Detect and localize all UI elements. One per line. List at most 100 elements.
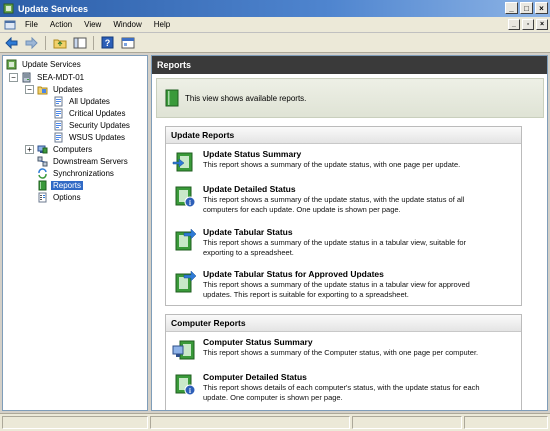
update-view-icon bbox=[54, 132, 63, 142]
tree-item-label: Security Updates bbox=[69, 120, 130, 130]
tree-item-options[interactable]: Options bbox=[37, 191, 83, 203]
menu-action[interactable]: Action bbox=[44, 20, 78, 29]
console-tree: Update Services − SEA-MDT-01 − Updates A… bbox=[2, 55, 148, 411]
svg-text:i: i bbox=[189, 199, 191, 207]
report-update-detailed-status[interactable]: i Update Detailed Status This report sho… bbox=[172, 184, 517, 215]
maximize-button[interactable]: □ bbox=[520, 2, 533, 14]
report-update-status-summary[interactable]: Update Status Summary This report shows … bbox=[172, 149, 517, 174]
report-export-icon bbox=[175, 228, 197, 251]
report-computer-info-icon: i bbox=[175, 374, 196, 396]
tree-item-label: Synchronizations bbox=[53, 168, 114, 178]
tree-item-wsus-updates[interactable]: WSUS Updates bbox=[53, 131, 127, 143]
mdi-restore-button[interactable]: ▫ bbox=[522, 19, 534, 30]
report-update-tabular-status[interactable]: Update Tabular Status This report shows … bbox=[172, 227, 517, 258]
report-title[interactable]: Update Detailed Status bbox=[203, 184, 464, 195]
properties-button[interactable] bbox=[119, 35, 136, 51]
report-export-icon bbox=[175, 270, 197, 293]
folder-up-icon bbox=[53, 39, 66, 48]
close-button[interactable]: × bbox=[535, 2, 548, 14]
tree-item-computers[interactable]: Computers bbox=[37, 143, 94, 155]
update-view-icon bbox=[54, 108, 63, 118]
tree-item-reports[interactable]: Reports bbox=[37, 179, 84, 191]
status-cell bbox=[352, 416, 462, 429]
expand-toggle[interactable]: + bbox=[25, 145, 34, 154]
menu-window[interactable]: Window bbox=[107, 20, 147, 29]
forward-button[interactable] bbox=[23, 35, 40, 51]
options-icon bbox=[38, 192, 47, 202]
report-title[interactable]: Computer Detailed Status bbox=[203, 372, 480, 383]
tree-item-label: All Updates bbox=[69, 96, 110, 106]
report-title[interactable]: Update Tabular Status for Approved Updat… bbox=[203, 269, 470, 280]
tree-item-label: Critical Updates bbox=[69, 108, 126, 118]
mdi-close-button[interactable]: × bbox=[536, 19, 548, 30]
report-title[interactable]: Update Tabular Status bbox=[203, 227, 466, 238]
report-update-tabular-status-approved[interactable]: Update Tabular Status for Approved Updat… bbox=[172, 269, 517, 300]
report-title[interactable]: Computer Status Summary bbox=[203, 337, 478, 348]
menu-file[interactable]: File bbox=[19, 20, 44, 29]
pane-title: Reports bbox=[157, 60, 192, 70]
report-description: This report shows a summary of the updat… bbox=[203, 195, 465, 204]
back-arrow-icon bbox=[5, 36, 18, 49]
reports-book-icon bbox=[165, 89, 179, 107]
show-hide-tree-button[interactable] bbox=[71, 35, 88, 51]
status-cell bbox=[464, 416, 548, 429]
report-description: computers for each update. One update is… bbox=[203, 205, 401, 214]
updates-folder-icon bbox=[37, 86, 48, 94]
report-computer-status-summary[interactable]: Computer Status Summary This report show… bbox=[172, 337, 517, 362]
tree-item-label: WSUS Updates bbox=[69, 132, 126, 142]
window-title: Update Services bbox=[18, 3, 89, 14]
tree-item-updates[interactable]: Updates bbox=[37, 83, 85, 95]
mdi-minimize-button[interactable]: _ bbox=[508, 19, 520, 30]
tree-item-critical-updates[interactable]: Critical Updates bbox=[53, 107, 127, 119]
downstream-servers-icon bbox=[37, 156, 48, 166]
report-title[interactable]: Update Status Summary bbox=[203, 149, 460, 160]
report-description: update. One computer is shown per page. bbox=[203, 393, 343, 402]
toolbar-separator bbox=[93, 35, 94, 50]
collapse-toggle[interactable]: − bbox=[25, 85, 34, 94]
tree-item-label: Update Services bbox=[22, 59, 81, 69]
report-description: This report shows a summary of the Compu… bbox=[203, 348, 479, 357]
svg-text:i: i bbox=[189, 387, 191, 395]
minimize-button[interactable]: _ bbox=[505, 2, 518, 14]
update-reports-section: Update Reports Update Status Summary Thi… bbox=[165, 126, 522, 306]
update-services-icon bbox=[3, 3, 14, 14]
reports-book-icon bbox=[38, 180, 47, 190]
tree-item-all-updates[interactable]: All Updates bbox=[53, 95, 112, 107]
section-heading: Computer Reports bbox=[166, 315, 521, 332]
back-button[interactable] bbox=[3, 35, 20, 51]
report-computer-detailed-status[interactable]: i Computer Detailed Status This report s… bbox=[172, 372, 517, 403]
update-services-icon bbox=[6, 59, 17, 69]
tree-item-security-updates[interactable]: Security Updates bbox=[53, 119, 132, 131]
tree-item-label: Options bbox=[53, 192, 81, 202]
computers-icon bbox=[37, 145, 48, 153]
up-level-button[interactable] bbox=[51, 35, 68, 51]
pane-header: Reports bbox=[152, 56, 547, 74]
console-tree-icon bbox=[73, 37, 86, 48]
tree-item-synchronizations[interactable]: Synchronizations bbox=[37, 167, 116, 179]
window-title-bar: Update Services _ □ × bbox=[0, 0, 550, 17]
help-icon: ? bbox=[101, 36, 114, 49]
info-banner: This view shows available reports. bbox=[156, 78, 544, 118]
tree-item-label: Downstream Servers bbox=[53, 156, 128, 166]
section-heading: Update Reports bbox=[166, 127, 521, 144]
help-button[interactable]: ? bbox=[99, 35, 116, 51]
menu-view[interactable]: View bbox=[78, 20, 107, 29]
update-view-icon bbox=[54, 120, 63, 130]
status-cell bbox=[2, 416, 148, 429]
properties-icon bbox=[121, 37, 134, 48]
tree-item-downstream-servers[interactable]: Downstream Servers bbox=[37, 155, 130, 167]
tree-item-label: Reports bbox=[51, 180, 84, 190]
tree-item-label: Computers bbox=[53, 144, 93, 154]
report-description: This report shows details of each comput… bbox=[203, 383, 480, 392]
collapse-toggle[interactable]: − bbox=[9, 73, 18, 82]
tree-item-update-services[interactable]: Update Services bbox=[6, 58, 83, 70]
status-bar bbox=[0, 413, 550, 431]
report-description: This report shows a summary of the updat… bbox=[203, 280, 470, 289]
console-icon[interactable] bbox=[4, 19, 16, 31]
report-description: exporting to a spreadsheet. bbox=[203, 248, 294, 257]
report-description: This report shows a summary of the updat… bbox=[203, 160, 461, 169]
update-view-icon bbox=[54, 96, 63, 106]
tree-item-server[interactable]: SEA-MDT-01 bbox=[21, 71, 86, 83]
menu-help[interactable]: Help bbox=[148, 20, 176, 29]
menu-bar: File Action View Window Help _ ▫ × bbox=[0, 17, 550, 33]
